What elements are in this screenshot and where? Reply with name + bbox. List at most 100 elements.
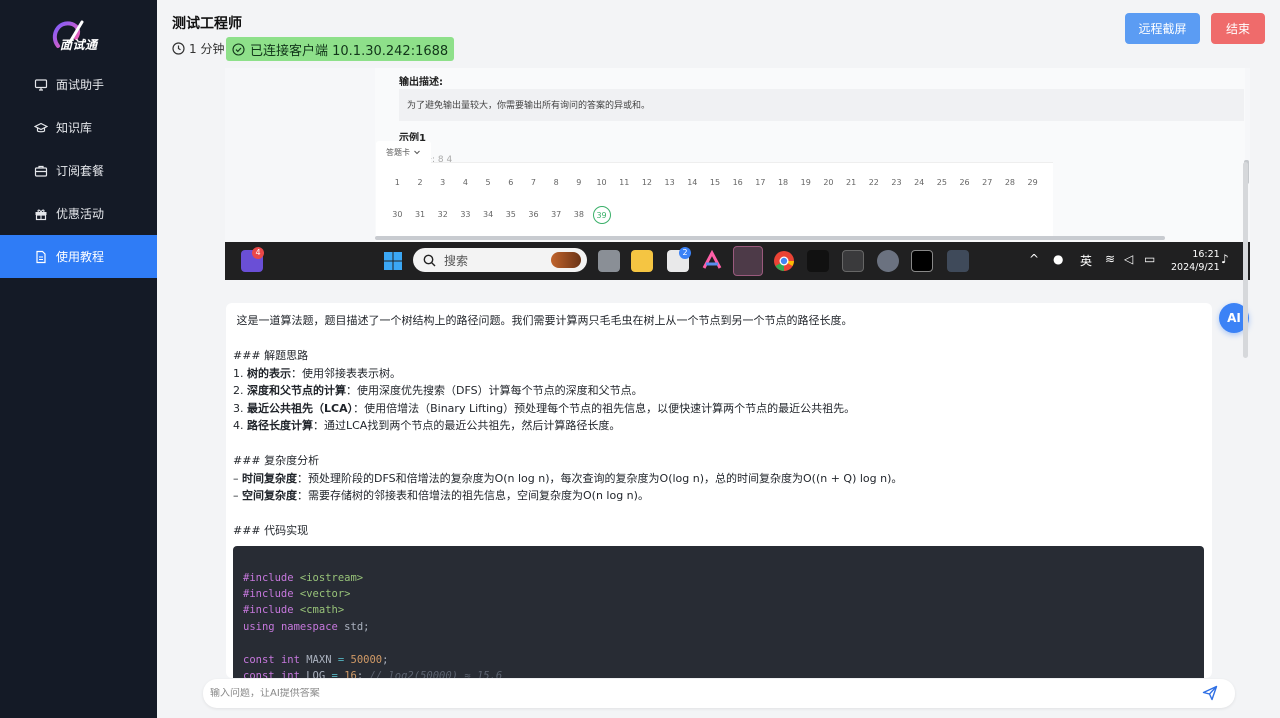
answer-line [233,505,1203,523]
answer-card-question-number[interactable]: 19 [794,174,817,192]
answer-line-text: ：使用深度优先搜索（DFS）计算每个节点的深度和父节点。 [346,384,643,397]
console-icon [842,250,864,272]
taskbar-date: 2024/9/21 [1171,262,1220,273]
code-line: const int MAXN = 50000; [243,653,389,666]
answer-card-question-number[interactable]: 38 [568,206,591,224]
code-line: using namespace std; [243,620,370,633]
code-block: #include <iostream> #include <vector> #i… [233,545,1204,678]
active-app-icon [733,246,763,276]
answer-line: 1. 树的表示：使用邻接表表示树。 [233,365,1203,383]
sidebar-item-subscription[interactable]: 订阅套餐 [0,149,157,192]
answer-card-question-number[interactable]: 35 [499,206,522,224]
answer-card-question-number[interactable]: 4 [454,174,477,192]
answer-line: ### 解题思路 [233,349,309,362]
answer-card-question-number[interactable]: 8 [545,174,568,192]
answer-card-question-number[interactable]: 23 [885,174,908,192]
answer-card-tab-label: 答题卡 [386,147,410,157]
answer-card-question-number[interactable]: 1 [386,174,409,192]
answer-line-emphasis: 最近公共祖先（LCA） [247,401,354,415]
chrome-icon [774,251,794,271]
answer-card-question-number[interactable]: 2 [409,174,432,192]
code-line: #include <cmath> [243,604,345,617]
answer-line: 4. 路径长度计算：通过LCA找到两个节点的最近公共祖先，然后计算路径长度。 [233,417,1203,435]
answer-card-question-number[interactable]: 12 [636,174,659,192]
answer-card-question-number[interactable]: 27 [976,174,999,192]
answer-card-question-number[interactable]: 36 [522,206,545,224]
answer-line [233,435,1203,453]
briefcase-icon [34,164,48,178]
wifi-icon: ≋ [1105,252,1116,266]
answer-card-question-number[interactable]: 5 [477,174,500,192]
sidebar-item-knowledge-base[interactable]: 知识库 [0,106,157,149]
answer-card-question-number[interactable]: 25 [931,174,954,192]
red-panda-icon [551,252,581,268]
notification-badge: 4 [252,247,264,259]
answer-line-text: ：使用倍增法（Binary Lifting）预处理每个节点的祖先信息，以便快速计… [353,401,856,415]
question-input[interactable] [210,688,1190,699]
sidebar-item-interview-assistant[interactable]: 面试助手 [0,63,157,106]
answer-card-question-number[interactable]: 24 [908,174,931,192]
answer-line: 这是一道算法题，题目描述了一个树结构上的路径问题。我们需要计算两只毛毛虫在树上从… [233,314,853,327]
answer-card-question-number[interactable]: 7 [522,174,545,192]
screenshot-horizontal-scrollbar [375,236,1165,240]
sidebar: 面试通 面试助手 知识库 订阅套餐 优惠活动 使用教程 [0,0,157,718]
answer-card-question-number[interactable]: 13 [658,174,681,192]
answer-line-text: ：使用邻接表表示树。 [291,366,401,380]
taskbar-clock: 16:21 2024/9/21 [1171,248,1220,274]
connection-status-badge: 已连接客户端 10.1.30.242:1688 [226,37,455,61]
answer-line-prefix: 1. [233,366,247,380]
gift-icon [34,207,48,221]
answer-card-question-number[interactable]: 32 [431,206,454,224]
page-scrollbar[interactable] [1243,162,1248,358]
answer-card-row: 1 2 3 4 5 6 7 8 9 10 11 12 13 14 15 16 17 18 19 20 21 22 23 24 2… [386,174,1044,192]
send-icon[interactable] [1202,685,1218,701]
answer-line-prefix: 3. [233,401,247,415]
answer-line-text: ：通过LCA找到两个节点的最近公共祖先，然后计算路径长度。 [313,419,621,432]
answer-card-question-number[interactable]: 17 [749,174,772,192]
connection-status-text: 已连接客户端 10.1.30.242:1688 [250,43,449,59]
answer-card-question-number[interactable]: 20 [817,174,840,192]
graduation-cap-icon [34,121,48,135]
output-description-label: 输出描述: [399,77,443,88]
taskbar-search-placeholder: 搜索 [444,253,469,268]
arc-browser-icon [702,250,722,269]
answer-line-emphasis: 空间复杂度 [242,489,297,502]
answer-card-question-number[interactable]: 14 [681,174,704,192]
answer-line-emphasis: 深度和父节点的计算 [247,384,346,397]
taskbar-time: 16:21 [1192,249,1220,260]
answer-card-question-number[interactable]: 9 [568,174,591,192]
answer-card-question-number[interactable]: 3 [431,174,454,192]
answer-card-question-number[interactable]: 30 [386,206,409,224]
answer-card-question-number[interactable]: 28 [999,174,1022,192]
answer-card-question-number[interactable]: 34 [477,206,500,224]
battery-icon: ▭ [1144,252,1156,266]
answer-card-question-number[interactable]: 29 [1021,174,1044,192]
answer-card-question-number[interactable]: 16 [726,174,749,192]
chevron-up-icon: ^ [1029,252,1040,266]
answer-card-question-number[interactable]: 21 [840,174,863,192]
code-line: const int LOG = 16; // log2(50000) ≈ 15.… [243,669,503,678]
sidebar-item-promotions[interactable]: 优惠活动 [0,192,157,235]
answer-card-question-number[interactable]: 10 [590,174,613,192]
answer-card-question-number[interactable]: 39 [592,206,611,224]
remote-screenshot-preview: 输出描述: 为了避免输出量较大，你需要输出所有询问的答案的异或和。 示例1 子:… [225,68,1250,280]
answer-line: ### 复杂度分析 [233,454,320,467]
answer-card-question-number[interactable]: 37 [545,206,568,224]
answer-card-question-number[interactable]: 26 [953,174,976,192]
store-badge: 2 [679,247,691,259]
sidebar-item-tutorial[interactable]: 使用教程 [0,235,157,278]
chevron-down-icon [414,150,420,155]
remote-screenshot-button[interactable]: 远程截屏 [1125,13,1200,44]
monitor-icon [34,78,48,92]
windows-start-icon [384,252,402,270]
end-button[interactable]: 结束 [1211,13,1265,44]
answer-card-question-number[interactable]: 22 [862,174,885,192]
answer-card-question-number[interactable]: 33 [454,206,477,224]
answer-card-question-number[interactable]: 18 [772,174,795,192]
answer-card-question-number[interactable]: 6 [499,174,522,192]
answer-card-question-number[interactable]: 11 [613,174,636,192]
sidebar-item-label: 优惠活动 [56,207,105,221]
answer-line: ### 代码实现 [233,524,309,537]
answer-card-question-number[interactable]: 15 [704,174,727,192]
answer-card-question-number[interactable]: 31 [409,206,432,224]
